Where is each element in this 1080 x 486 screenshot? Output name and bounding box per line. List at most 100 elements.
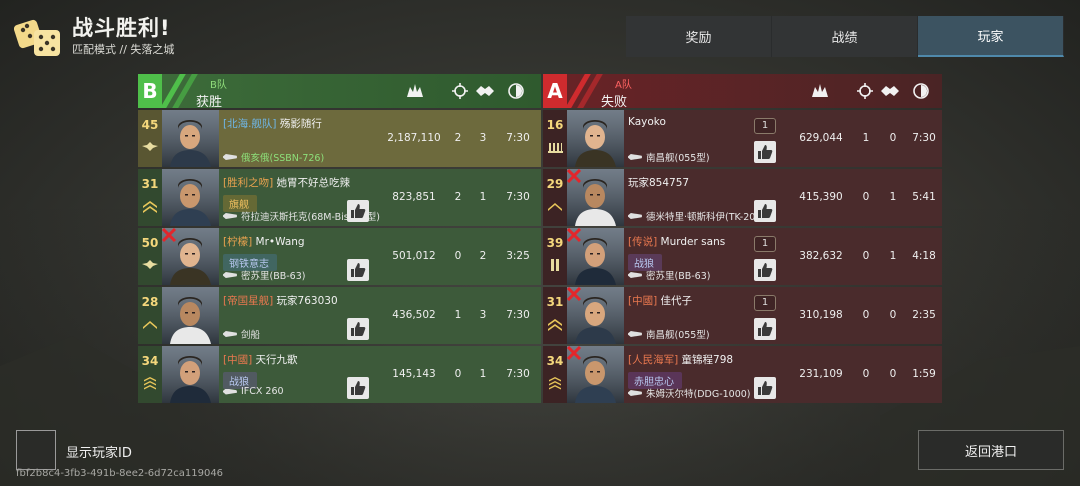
player-name-line: Kayoko xyxy=(628,116,666,128)
rank-icon xyxy=(143,201,157,213)
survival-time: 7:30 xyxy=(506,368,530,380)
like-button[interactable] xyxy=(347,318,369,340)
like-button[interactable] xyxy=(754,318,776,340)
ship-icon xyxy=(628,390,642,396)
like-button[interactable] xyxy=(347,377,369,399)
assists-value: 0 xyxy=(889,309,897,321)
team-b-player-row[interactable]: 28 [帝国星舰] 玩家763030 剑船 436,502 1 3 7:30 xyxy=(138,287,541,344)
survival-time: 2:35 xyxy=(912,309,936,321)
player-name: 佳代子 xyxy=(660,295,693,307)
page-title: 战斗胜利! xyxy=(72,16,171,40)
kills-value: 2 xyxy=(454,191,462,203)
level-cell: 50 xyxy=(138,228,162,285)
team-a-panel: A A队 失败 16 Kayoko 南昌舰(055型) 1 629,044 1 0 7:30… xyxy=(543,74,942,403)
player-avatar[interactable] xyxy=(162,169,219,226)
player-level: 29 xyxy=(546,177,564,191)
level-cell: 16 xyxy=(543,110,567,167)
ship-line: 德米特里·顿斯科伊(TK-208) xyxy=(628,209,765,223)
player-name: 童锦程798 xyxy=(681,354,734,366)
team-b-player-row[interactable]: 50 [柠檬] Mr•Wang 钢铁意志 密苏里(BB-63) 501,012 0 2 3:2… xyxy=(138,228,541,285)
team-b-header: B B队 获胜 xyxy=(138,74,541,110)
tab-players[interactable]: 玩家 xyxy=(918,16,1064,57)
team-b-player-row[interactable]: 31 [胜利之吻] 她胃不好总吃辣 旗舰 符拉迪沃斯托克(68M-Bis-ZiF型) 8… xyxy=(138,169,541,226)
ship-name: 剑船 xyxy=(241,330,261,341)
assists-value: 3 xyxy=(479,132,487,144)
ship-icon xyxy=(223,272,237,278)
dice-icon xyxy=(14,19,60,56)
eliminated-icon xyxy=(567,287,582,302)
ship-name: 俄亥俄(SSBN-726) xyxy=(241,153,325,164)
level-cell: 29 xyxy=(543,169,567,226)
survival-time: 7:30 xyxy=(506,132,530,144)
ship-icon xyxy=(223,213,237,219)
assists-value: 1 xyxy=(479,191,487,203)
team-b-player-row[interactable]: 45 [北海.舰队] 殇影随行 俄亥俄(SSBN-726) 2,187,110 2 3 7:… xyxy=(138,110,541,167)
tab-battle-record[interactable]: 战绩 xyxy=(772,16,918,57)
like-button[interactable] xyxy=(754,377,776,399)
like-button[interactable] xyxy=(754,200,776,222)
player-name: 殇影随行 xyxy=(279,118,322,130)
rank-icon xyxy=(144,377,156,390)
team-b-panel: B B队 获胜 45 [北海.舰队] 殇影随行 俄亥俄(SSBN-726) 2,187… xyxy=(138,74,541,403)
ship-name: 密苏里(BB-63) xyxy=(646,271,711,282)
thumbs-up-icon xyxy=(758,263,773,277)
player-name: 玩家763030 xyxy=(276,295,338,307)
ship-icon xyxy=(223,154,237,160)
team-a-player-row[interactable]: 34 [人民海军] 童锦程798 赤胆忠心 朱姆沃尔特(DDG-1000) 231,10… xyxy=(543,346,942,403)
player-level: 16 xyxy=(546,118,564,132)
player-name: Murder sans xyxy=(660,236,726,248)
team-b-player-row[interactable]: 34 [中國] 天行九歌 战狼 IFCX 260 145,143 0 1 7:30 xyxy=(138,346,541,403)
player-level: 34 xyxy=(546,354,564,368)
guild-tag: [北海.舰队] xyxy=(223,118,277,130)
team-a-player-row[interactable]: 29 玩家854757 德米特里·顿斯科伊(TK-208) 415,390 0 1 5:4… xyxy=(543,169,942,226)
ship-name: 德米特里·顿斯科伊(TK-208) xyxy=(646,212,766,223)
kills-value: 0 xyxy=(454,250,462,262)
player-level: 28 xyxy=(141,295,159,309)
show-player-id-checkbox[interactable] xyxy=(16,430,56,470)
return-to-port-button[interactable]: 返回港口 xyxy=(918,430,1064,470)
player-avatar[interactable] xyxy=(567,228,624,285)
team-a-player-row[interactable]: 39 [传说] Murder sans 战狼 密苏里(BB-63) 1 382,632 0 1… xyxy=(543,228,942,285)
survival-time: 7:30 xyxy=(506,191,530,203)
survival-time: 3:25 xyxy=(506,250,530,262)
player-name-line: [北海.舰队] 殇影随行 xyxy=(223,116,322,131)
team-a-player-row[interactable]: 16 Kayoko 南昌舰(055型) 1 629,044 1 0 7:30 xyxy=(543,110,942,167)
crosshair-icon xyxy=(452,83,468,99)
assists-value: 1 xyxy=(889,191,897,203)
player-avatar[interactable] xyxy=(567,110,624,167)
ship-line: 剑船 xyxy=(223,327,260,341)
kills-value: 0 xyxy=(454,368,462,380)
like-button[interactable] xyxy=(347,259,369,281)
team-a-player-row[interactable]: 31 [中國] 佳代子 南昌舰(055型) 1 310,198 0 0 2:35 xyxy=(543,287,942,344)
player-name-line: [帝国星舰] 玩家763030 xyxy=(223,293,338,308)
level-cell: 28 xyxy=(138,287,162,344)
player-avatar[interactable] xyxy=(162,228,219,285)
damage-value: 2,187,110 xyxy=(387,132,441,144)
kills-value: 2 xyxy=(454,132,462,144)
player-avatar[interactable] xyxy=(162,110,219,167)
eliminated-icon xyxy=(567,228,582,243)
like-button[interactable] xyxy=(754,259,776,281)
player-avatar[interactable] xyxy=(162,346,219,403)
kills-value: 0 xyxy=(862,368,870,380)
thumbs-up-icon xyxy=(758,204,773,218)
guild-tag: [胜利之吻] xyxy=(223,177,274,189)
ship-line: 密苏里(BB-63) xyxy=(223,268,305,282)
player-avatar[interactable] xyxy=(567,169,624,226)
like-button[interactable] xyxy=(754,141,776,163)
player-name: 玩家854757 xyxy=(628,177,690,189)
tab-rewards[interactable]: 奖励 xyxy=(626,16,772,57)
player-avatar[interactable] xyxy=(162,287,219,344)
player-avatar[interactable] xyxy=(567,346,624,403)
assists-value: 3 xyxy=(479,309,487,321)
ship-line: 南昌舰(055型) xyxy=(628,327,710,341)
rank-icon xyxy=(551,259,559,271)
damage-value: 436,502 xyxy=(392,309,436,321)
player-name: 天行九歌 xyxy=(255,354,298,366)
thumbs-up-icon xyxy=(351,322,366,336)
ship-icon xyxy=(628,154,642,160)
assists-value: 2 xyxy=(479,250,487,262)
like-button[interactable] xyxy=(347,200,369,222)
player-avatar[interactable] xyxy=(567,287,624,344)
ship-name: 密苏里(BB-63) xyxy=(241,271,306,282)
